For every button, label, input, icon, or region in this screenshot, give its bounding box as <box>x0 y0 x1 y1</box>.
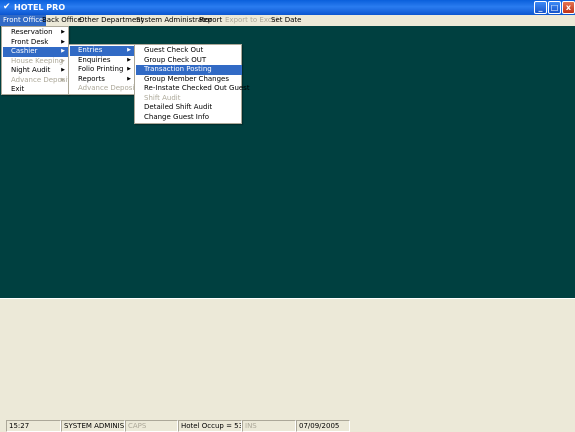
menu-item-label: Exit <box>11 85 25 93</box>
minimize-button[interactable]: _ <box>534 1 547 14</box>
menu-item-group-member-changes[interactable]: Group Member Changes <box>136 75 242 85</box>
submenu-arrow-icon: ▶ <box>61 29 65 35</box>
submenu-arrow-icon: ▶ <box>61 76 65 83</box>
menu-item-shift-audit[interactable]: Shift Audit <box>136 94 242 104</box>
menu-item-reports[interactable]: Reports ▶ <box>70 75 135 85</box>
window-title: HOTEL PRO <box>14 3 66 12</box>
submenu-arrow-icon: ▶ <box>61 57 65 64</box>
status-date: 07/09/2005 <box>296 420 350 432</box>
entries-menu: Guest Check Out Group Check OUT Transact… <box>134 44 250 124</box>
menu-item-enquiries[interactable]: Enquiries ▶ <box>70 56 135 66</box>
submenu-arrow-icon: ▶ <box>127 66 131 72</box>
status-time: 15:27 <box>6 420 61 432</box>
cashier-menu: Entries ▶ Enquiries ▶ Folio Printing ▶ Repo… <box>68 44 138 95</box>
menu-item-change-guest-info[interactable]: Change Guest Info <box>136 113 242 123</box>
menu-item-label: Night Audit <box>11 66 51 74</box>
menu-item-group-check-out[interactable]: Group Check OUT <box>136 56 242 66</box>
menu-item-label: Cashier <box>11 47 38 55</box>
lower-panel <box>0 298 575 418</box>
menu-item-advance-deposit[interactable]: Advance Deposit <box>70 84 138 94</box>
submenu-arrow-icon: ▶ <box>61 48 65 54</box>
menu-item-label: House Keeping <box>11 56 64 65</box>
menu-item-label: Reports <box>78 74 105 83</box>
status-bar: 15:27 SYSTEM ADMINISTR CAPS Hotel Occup … <box>0 418 575 432</box>
submenu-arrow-icon: ▶ <box>127 75 131 82</box>
submenu-arrow-icon: ▶ <box>127 47 131 53</box>
submenu-arrow-icon: ▶ <box>61 67 65 73</box>
menu-item-label: Advance Deposit <box>78 84 138 92</box>
menu-set-date[interactable]: Set Date <box>268 15 304 26</box>
menu-item-exit[interactable]: Exit <box>3 85 69 95</box>
menu-item-front-desk[interactable]: Front Desk ▶ <box>3 38 69 48</box>
submenu-arrow-icon: ▶ <box>127 56 131 63</box>
status-ins: INS <box>242 420 296 432</box>
menu-bar: Front Office Back Office Other Departmen… <box>0 15 575 26</box>
title-bar[interactable]: ✔ HOTEL PRO _ □ x <box>0 0 575 15</box>
maximize-button[interactable]: □ <box>548 1 561 14</box>
close-button[interactable]: x <box>562 1 575 14</box>
front-office-menu: Reservation ▶ Front Desk ▶ Cashier ▶ House … <box>1 26 70 95</box>
menu-item-label: Folio Printing <box>78 65 124 73</box>
status-user: SYSTEM ADMINISTR <box>61 420 125 432</box>
menu-item-label: Enquiries <box>78 55 111 64</box>
menu-item-transaction-posting[interactable]: Transaction Posting <box>136 65 242 75</box>
status-caps: CAPS <box>125 420 178 432</box>
menu-item-house-keeping[interactable]: House Keeping ▶ <box>3 57 69 67</box>
menu-item-label: Entries <box>78 46 103 54</box>
menu-item-label: Front Desk <box>11 37 49 46</box>
menu-item-reinstate-checked-out-guest[interactable]: Re-Instate Checked Out Guest <box>136 84 250 94</box>
menu-item-advance-deposit[interactable]: Advance Deposit ▶ <box>3 76 70 86</box>
menu-item-folio-printing[interactable]: Folio Printing ▶ <box>70 65 135 75</box>
menu-item-label: Reservation <box>11 28 53 36</box>
menu-item-detailed-shift-audit[interactable]: Detailed Shift Audit <box>136 103 242 113</box>
menu-item-cashier[interactable]: Cashier ▶ <box>3 47 69 57</box>
status-occupancy: Hotel Occup = 53.03% <box>178 420 242 432</box>
submenu-arrow-icon: ▶ <box>61 38 65 45</box>
menu-item-night-audit[interactable]: Night Audit ▶ <box>3 66 69 76</box>
menu-item-entries[interactable]: Entries ▶ <box>70 46 135 56</box>
app-check-icon: ✔ <box>3 2 11 12</box>
menu-item-reservation[interactable]: Reservation ▶ <box>3 28 69 38</box>
menu-report[interactable]: Report <box>196 15 225 26</box>
menu-item-guest-check-out[interactable]: Guest Check Out <box>136 46 242 56</box>
